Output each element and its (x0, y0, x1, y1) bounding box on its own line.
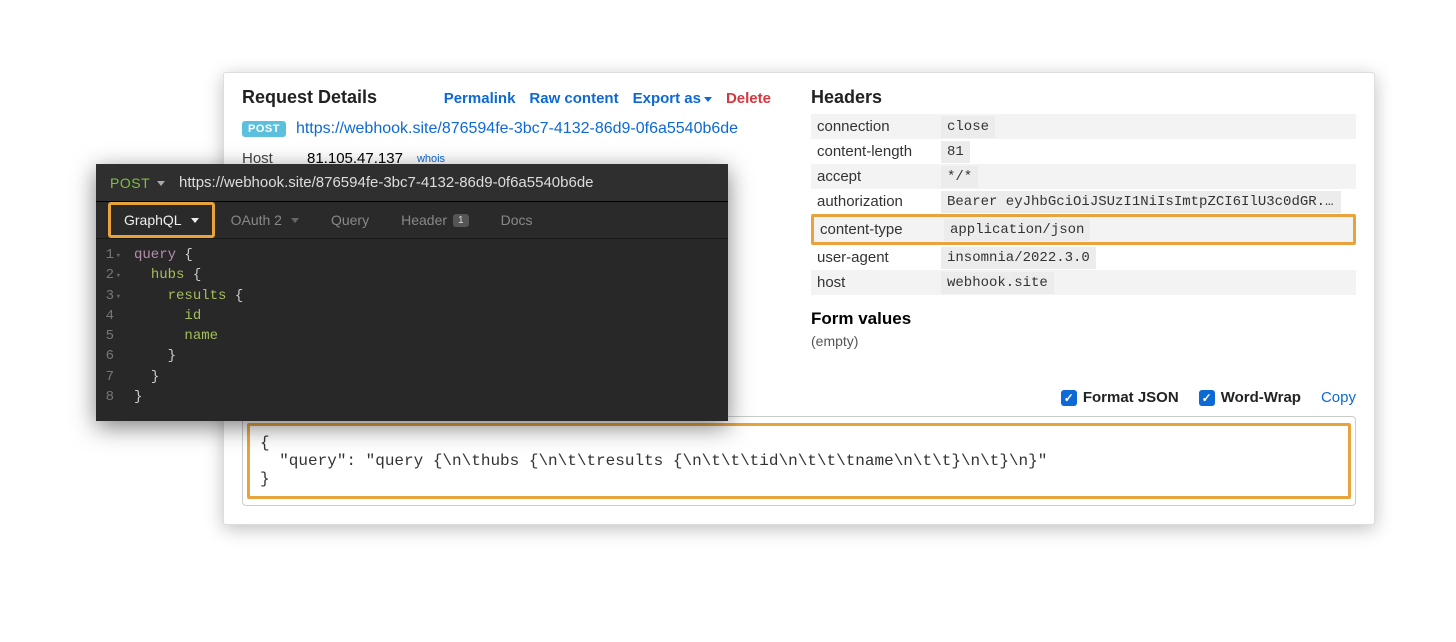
request-url[interactable]: https://webhook.site/876594fe-3bc7-4132-… (296, 120, 738, 138)
header-key: content-type (814, 217, 944, 242)
headers-title: Headers (811, 87, 1356, 108)
request-body-content: { "query": "query {\n\thubs {\n\t\tresul… (247, 423, 1351, 499)
header-row-content-length: content-length 81 (811, 139, 1356, 164)
title-actions: Permalink Raw content Export as Delete (444, 90, 771, 107)
header-value: 81 (941, 141, 970, 163)
tab-docs[interactable]: Docs (485, 202, 549, 238)
header-value: */* (941, 166, 978, 188)
header-row-user-agent: user-agent insomnia/2022.3.0 (811, 245, 1356, 270)
method-badge: POST (242, 121, 286, 137)
code-line: 4 id (96, 306, 728, 326)
code-line: 5 name (96, 326, 728, 346)
fold-icon: ▾ (114, 291, 124, 304)
code-line: 6 } (96, 346, 728, 366)
insomnia-tabs: GraphQL OAuth 2 Query Header 1 Docs (96, 202, 728, 239)
tab-header[interactable]: Header 1 (385, 202, 484, 238)
line-number: 5 (96, 326, 134, 346)
header-value: insomnia/2022.3.0 (941, 247, 1096, 269)
chevron-down-icon (157, 181, 165, 186)
raw-content-link[interactable]: Raw content (529, 90, 618, 107)
word-wrap-checkbox[interactable]: ✓ Word-Wrap (1199, 389, 1301, 406)
code-line: 3▾ results { (96, 286, 728, 306)
line-number: 6 (96, 346, 134, 366)
request-url-row: POST https://webhook.site/876594fe-3bc7-… (242, 114, 771, 144)
fold-icon: ▾ (114, 270, 124, 283)
request-details-title: Request Details (242, 87, 377, 108)
right-column: Headers connection close content-length … (811, 87, 1356, 349)
check-icon: ✓ (1199, 390, 1215, 406)
line-number: 3▾ (96, 286, 134, 306)
delete-link[interactable]: Delete (726, 90, 771, 107)
header-row-accept: accept */* (811, 164, 1356, 189)
request-body-box: { "query": "query {\n\thubs {\n\t\tresul… (242, 416, 1356, 506)
header-key: content-length (811, 139, 941, 164)
fold-icon: ▾ (114, 250, 124, 263)
header-key: accept (811, 164, 941, 189)
format-json-checkbox[interactable]: ✓ Format JSON (1061, 389, 1179, 406)
insomnia-url-bar: POST https://webhook.site/876594fe-3bc7-… (96, 164, 728, 202)
export-as-dropdown[interactable]: Export as (633, 90, 712, 107)
code-line: 2▾ hubs { (96, 265, 728, 285)
graphql-editor[interactable]: 1▾query { 2▾ hubs { 3▾ results { 4 id 5 … (96, 239, 728, 421)
header-value: close (941, 116, 995, 138)
chevron-down-icon (291, 218, 299, 223)
header-key: host (811, 270, 941, 295)
insomnia-url-input[interactable]: https://webhook.site/876594fe-3bc7-4132-… (179, 174, 594, 191)
code-line: 7 } (96, 367, 728, 387)
chevron-down-icon (191, 218, 199, 223)
line-number: 2▾ (96, 265, 134, 285)
line-number: 7 (96, 367, 134, 387)
copy-link[interactable]: Copy (1321, 389, 1356, 406)
insomnia-panel: POST https://webhook.site/876594fe-3bc7-… (96, 164, 728, 421)
headers-table: connection close content-length 81 accep… (811, 114, 1356, 295)
line-number: 4 (96, 306, 134, 326)
header-value: Bearer eyJhbGciOiJSUzI1NiIsImtpZCI6IlU3c… (941, 191, 1341, 213)
header-key: authorization (811, 189, 941, 214)
chevron-down-icon (704, 97, 712, 102)
header-key: connection (811, 114, 941, 139)
header-key: user-agent (811, 245, 941, 270)
line-number: 1▾ (96, 245, 134, 265)
form-values-empty: (empty) (811, 333, 1356, 349)
form-values-title: Form values (811, 309, 1356, 329)
header-row-host: host webhook.site (811, 270, 1356, 295)
whois-link[interactable]: whois (417, 153, 445, 165)
tab-query[interactable]: Query (315, 202, 385, 238)
header-row-authorization: authorization Bearer eyJhbGciOiJSUzI1NiI… (811, 189, 1356, 214)
code-line: 8} (96, 387, 728, 407)
request-details-header: Request Details Permalink Raw content Ex… (242, 87, 771, 108)
header-count-badge: 1 (453, 214, 469, 227)
code-line: 1▾query { (96, 245, 728, 265)
tab-graphql[interactable]: GraphQL (108, 202, 215, 238)
header-value: application/json (944, 219, 1090, 241)
tab-oauth[interactable]: OAuth 2 (215, 202, 315, 238)
header-row-content-type: content-type application/json (811, 214, 1356, 245)
header-value: webhook.site (941, 272, 1054, 294)
permalink-link[interactable]: Permalink (444, 90, 516, 107)
line-number: 8 (96, 387, 134, 407)
header-row-connection: connection close (811, 114, 1356, 139)
check-icon: ✓ (1061, 390, 1077, 406)
method-dropdown[interactable]: POST (110, 175, 165, 191)
